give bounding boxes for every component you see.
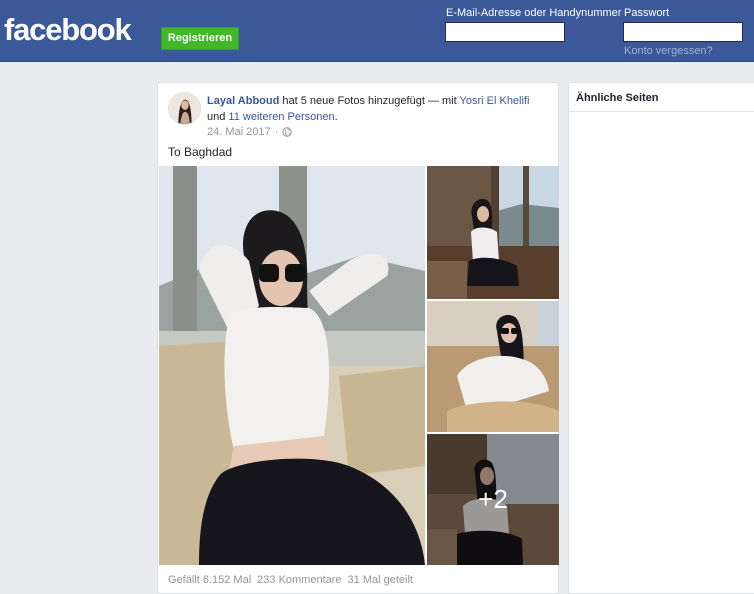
and-text: und: [207, 111, 226, 123]
top-bar: facebook Registrieren E-Mail-Adresse ode…: [0, 0, 754, 62]
register-button[interactable]: Registrieren: [161, 27, 239, 50]
forgot-account-link[interactable]: Konto vergessen?: [624, 45, 713, 57]
globe-icon[interactable]: [282, 127, 292, 137]
photo-thumb-3[interactable]: +2: [427, 434, 559, 565]
post-meta: 24. Mai 2017 ·: [207, 126, 292, 138]
post-headline: Layal Abboud hat 5 neue Fotos hinzugefüg…: [207, 93, 547, 125]
likes-count[interactable]: Gefällt 6.152 Mal: [168, 574, 251, 586]
related-pages-title: Ähnliche Seiten: [576, 92, 659, 104]
others-link[interactable]: 11 weiteren Personen: [228, 111, 334, 123]
post-date[interactable]: 24. Mai 2017: [207, 126, 271, 138]
post-card: Layal Abboud hat 5 neue Fotos hinzugefüg…: [157, 82, 559, 594]
post-caption: To Baghdad: [168, 145, 233, 159]
photo-thumb-2[interactable]: [427, 301, 559, 432]
post-action-text: hat 5 neue Fotos hinzugefügt — mit: [282, 95, 457, 107]
shares-count[interactable]: 31 Mal geteilt: [348, 574, 413, 586]
post-stats: Gefällt 6.152 Mal 233 Kommentare 31 Mal …: [168, 574, 413, 586]
avatar-image: [169, 93, 200, 124]
meta-separator: ·: [274, 126, 279, 138]
photo-thumb-1[interactable]: [427, 166, 559, 299]
password-field[interactable]: [623, 22, 743, 42]
email-label: E-Mail-Adresse oder Handynummer: [446, 7, 622, 19]
password-label: Passwort: [624, 7, 670, 19]
related-pages-panel: Ähnliche Seiten: [568, 82, 754, 594]
divider: [569, 111, 754, 112]
email-field[interactable]: [445, 22, 565, 42]
avatar[interactable]: [168, 92, 201, 125]
facebook-logo[interactable]: facebook: [4, 12, 132, 48]
more-photos-overlay[interactable]: +2: [427, 434, 559, 565]
period-text: .: [334, 111, 338, 123]
photo-main[interactable]: [159, 166, 425, 565]
comments-count[interactable]: 233 Kommentare: [257, 574, 341, 586]
author-link[interactable]: Layal Abboud: [207, 95, 279, 107]
tagged-person-link[interactable]: Yosri El Khelifi: [460, 95, 530, 107]
